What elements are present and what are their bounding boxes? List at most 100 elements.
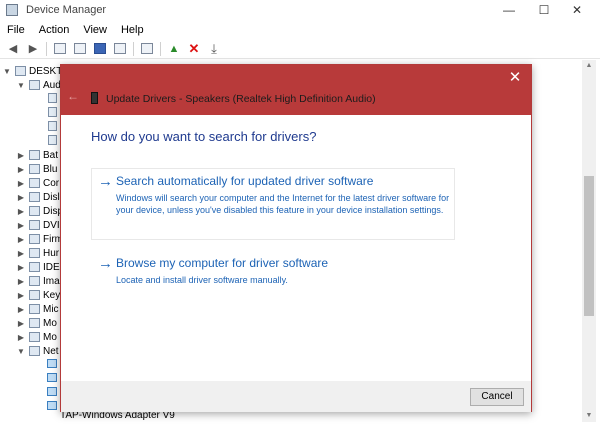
tree-category[interactable]: ▼ Net [16, 344, 59, 358]
menu-action[interactable]: Action [32, 24, 77, 36]
tree-category[interactable]: ▶ Mo [16, 316, 57, 330]
network-device-icon[interactable] [47, 373, 57, 382]
audio-device-icon[interactable] [48, 93, 57, 103]
scroll-down-icon[interactable]: ▼ [582, 410, 596, 422]
vertical-scrollbar[interactable]: ▲ ▼ [582, 60, 596, 422]
network-adapter-icon [29, 346, 40, 356]
dialog-question: How do you want to search for drivers? [91, 129, 317, 144]
action-pane-icon[interactable] [112, 41, 128, 57]
monitor-icon [29, 332, 40, 342]
browse-computer-option[interactable]: → Browse my computer for driver software… [91, 250, 455, 290]
option-title[interactable]: Search automatically for updated driver … [116, 174, 373, 188]
audio-device-icon[interactable] [48, 135, 57, 145]
tree-label: Aud [43, 79, 61, 91]
disable-device-icon[interactable]: ⤓ [206, 41, 222, 57]
network-device-icon[interactable] [47, 387, 57, 396]
device-manager-icon [6, 4, 18, 16]
tree-category[interactable]: ▶ Bat [16, 148, 58, 162]
tree-label: Blu [43, 163, 58, 175]
title-bar: Device Manager — ☐ ✕ [0, 0, 600, 20]
device-tree: ▼ DESKTO ▼ Aud ▶ Bat ▶ Blu ▶ Cor ▶ Disl … [0, 60, 70, 427]
collapsed-chevron-icon[interactable]: ▶ [16, 221, 26, 230]
disk-drive-icon [29, 192, 40, 202]
scan-hardware-icon[interactable] [139, 41, 155, 57]
collapsed-chevron-icon[interactable]: ▶ [16, 291, 26, 300]
properties-icon[interactable] [72, 41, 88, 57]
tree-category[interactable]: ▶ IDE [16, 260, 60, 274]
collapsed-chevron-icon[interactable]: ▶ [16, 165, 26, 174]
tree-category[interactable]: ▶ Disp [16, 204, 63, 218]
right-arrow-icon: → [98, 255, 113, 272]
expanded-chevron-icon[interactable]: ▼ [16, 81, 26, 90]
collapsed-chevron-icon[interactable]: ▶ [16, 263, 26, 272]
microphone-icon [29, 304, 40, 314]
tree-category[interactable]: ▶ Ima [16, 274, 60, 288]
collapsed-chevron-icon[interactable]: ▶ [16, 249, 26, 258]
collapsed-chevron-icon[interactable]: ▶ [16, 319, 26, 328]
device-manager-window: Device Manager — ☐ ✕ File Action View He… [0, 0, 600, 427]
update-drivers-dialog: ✕ ← Update Drivers - Speakers (Realtek H… [60, 64, 532, 412]
cancel-button[interactable]: Cancel [470, 388, 524, 406]
hid-icon [29, 248, 40, 258]
option-title[interactable]: Browse my computer for driver software [116, 256, 328, 270]
dialog-footer: Cancel [61, 381, 531, 412]
dvd-drive-icon [29, 220, 40, 230]
battery-icon [29, 150, 40, 160]
right-arrow-icon: → [98, 173, 113, 190]
tree-category[interactable]: ▶ Blu [16, 162, 58, 176]
network-device-icon[interactable] [47, 359, 57, 368]
audio-device-icon[interactable] [48, 107, 57, 117]
tree-category[interactable]: ▶ Mic [16, 302, 59, 316]
help-icon[interactable] [92, 41, 108, 57]
dialog-close-button[interactable]: ✕ [507, 68, 523, 86]
back-arrow-icon[interactable]: ← [67, 89, 79, 103]
forward-arrow-icon[interactable]: ▶ [25, 41, 41, 57]
collapsed-chevron-icon[interactable]: ▶ [16, 235, 26, 244]
collapsed-chevron-icon[interactable]: ▶ [16, 333, 26, 342]
uninstall-device-icon[interactable]: ✕ [186, 41, 202, 57]
toolbar-divider [160, 41, 161, 56]
tree-audio[interactable]: ▼ Aud [16, 78, 61, 92]
ide-controller-icon [29, 262, 40, 272]
tree-label: Net [43, 345, 59, 357]
speaker-icon [29, 80, 40, 90]
tree-category[interactable]: ▶ Firm [16, 232, 63, 246]
update-driver-icon[interactable]: ▲ [166, 41, 182, 57]
tree-category[interactable]: ▶ Mo [16, 330, 57, 344]
expanded-chevron-icon[interactable]: ▼ [16, 347, 26, 356]
tree-category[interactable]: ▶ Disl [16, 190, 60, 204]
bluetooth-icon [29, 164, 40, 174]
tree-category[interactable]: ▶ DVI [16, 218, 60, 232]
back-arrow-icon[interactable]: ◀ [5, 41, 21, 57]
mouse-icon [29, 318, 40, 328]
show-hide-console-icon[interactable] [52, 41, 68, 57]
expanded-chevron-icon[interactable]: ▼ [2, 67, 12, 76]
collapsed-chevron-icon[interactable]: ▶ [16, 277, 26, 286]
search-automatically-option[interactable]: → Search automatically for updated drive… [91, 168, 455, 240]
menu-bar: File Action View Help [0, 21, 151, 39]
tree-label: Mic [43, 303, 59, 315]
speaker-device-icon [91, 92, 98, 104]
scrollbar-thumb[interactable] [584, 176, 594, 316]
dialog-header: ✕ ← Update Drivers - Speakers (Realtek H… [61, 65, 531, 115]
tree-label: Key [43, 289, 61, 301]
tree-category[interactable]: ▶ Key [16, 288, 60, 302]
audio-device-icon[interactable] [48, 121, 57, 131]
collapsed-chevron-icon[interactable]: ▶ [16, 207, 26, 216]
tree-category[interactable]: ▶ Cor [16, 176, 59, 190]
option-description: Windows will search your computer and th… [116, 193, 450, 215]
menu-file[interactable]: File [0, 24, 32, 36]
menu-view[interactable]: View [76, 24, 114, 36]
close-window-button[interactable]: ✕ [554, 0, 600, 20]
collapsed-chevron-icon[interactable]: ▶ [16, 151, 26, 160]
collapsed-chevron-icon[interactable]: ▶ [16, 305, 26, 314]
tree-label: Bat [43, 149, 59, 161]
collapsed-chevron-icon[interactable]: ▶ [16, 193, 26, 202]
menu-help[interactable]: Help [114, 24, 151, 36]
tree-category[interactable]: ▶ Hur [16, 246, 59, 260]
imaging-device-icon [29, 276, 40, 286]
collapsed-chevron-icon[interactable]: ▶ [16, 179, 26, 188]
scroll-up-icon[interactable]: ▲ [582, 60, 596, 72]
network-device-icon[interactable] [47, 401, 57, 410]
tree-label: Cor [43, 177, 60, 189]
